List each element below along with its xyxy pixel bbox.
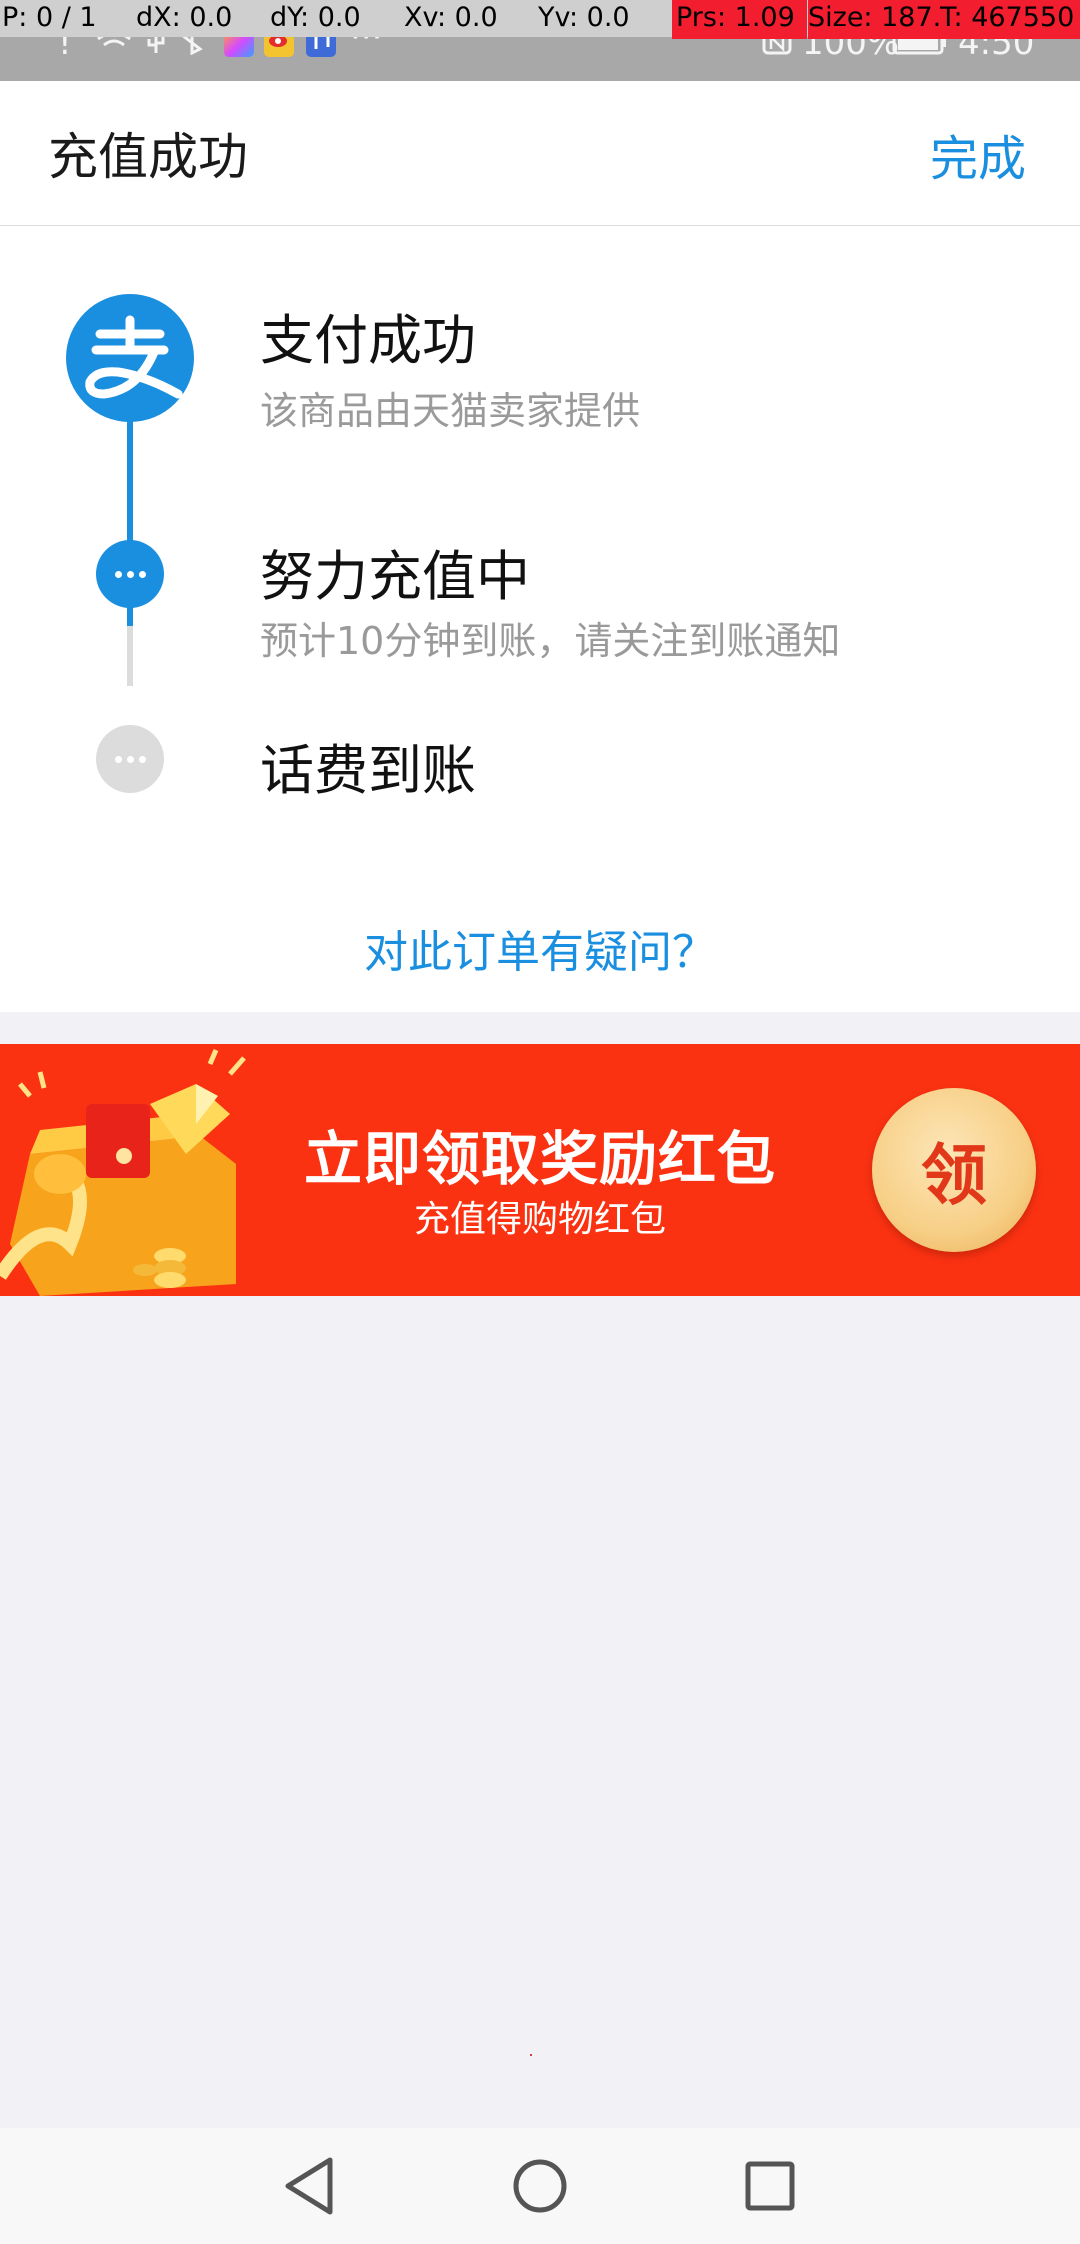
alipay-logo-icon: [66, 294, 194, 422]
bluetooth-icon: [182, 37, 203, 55]
pointer-location-bar: P: 0 / 1 dX: 0.0 dY: 0.0 Xv: 0.0 Yv: 0.0…: [0, 0, 1080, 39]
status-bar: ! ··· 100% 4:50: [0, 37, 1080, 81]
pressure: Prs: 1.09: [672, 0, 807, 39]
battery-icon: [892, 37, 946, 55]
navigation-bar: [0, 2128, 1080, 2244]
step-recharging-title: 努力充值中: [260, 545, 530, 608]
nfc-icon: [762, 37, 792, 55]
touch-trace-dot: [530, 2054, 532, 2056]
step-credited-title: 话费到账: [260, 739, 476, 802]
reward-red-packet-banner[interactable]: 立即领取奖励红包 充值得购物红包 领: [0, 1044, 1080, 1296]
delta-y: dY: 0.0: [270, 2, 361, 33]
weibo-icon: [264, 37, 294, 57]
pointer-count: P: 0 / 1: [2, 2, 97, 33]
timeline-line-pending: [127, 626, 133, 686]
battery-percent: 100%: [802, 37, 900, 63]
wifi-icon: [97, 37, 131, 47]
page-title: 充值成功: [48, 128, 248, 186]
back-icon[interactable]: [272, 2148, 348, 2224]
velocity-x: Xv: 0.0: [404, 2, 498, 33]
in-progress-dots-icon: [96, 540, 164, 608]
alert-icon: !: [58, 37, 72, 63]
claim-button-label: 领: [921, 1137, 987, 1214]
usb-icon: [147, 37, 165, 53]
touch-size: Size: 187.: [808, 0, 952, 39]
app-icon: [224, 37, 254, 57]
header: 充值成功 完成: [0, 81, 1080, 226]
pending-dots-icon: [96, 725, 164, 793]
step-payment-title: 支付成功: [260, 309, 476, 372]
more-icon: ···: [350, 37, 383, 57]
recharge-progress-card: 支付成功 该商品由天猫卖家提供 努力充值中 预计10分钟到账，请关注到账通知 话…: [0, 226, 1080, 1012]
step-payment-subtitle: 该商品由天猫卖家提供: [260, 389, 641, 433]
step-recharging-subtitle: 预计10分钟到账，请关注到账通知: [260, 619, 841, 663]
velocity-y: Yv: 0.0: [538, 2, 630, 33]
clock: 4:50: [958, 37, 1035, 63]
recents-icon[interactable]: [732, 2148, 808, 2224]
order-question-link[interactable]: 对此订单有疑问？: [0, 916, 1080, 980]
delta-x: dX: 0.0: [136, 2, 233, 33]
claim-button[interactable]: 领: [872, 1088, 1036, 1252]
done-button[interactable]: 完成: [930, 119, 1026, 189]
touch-time: T: 467550: [940, 0, 1080, 39]
music-icon: [306, 37, 336, 57]
home-icon[interactable]: [502, 2148, 578, 2224]
